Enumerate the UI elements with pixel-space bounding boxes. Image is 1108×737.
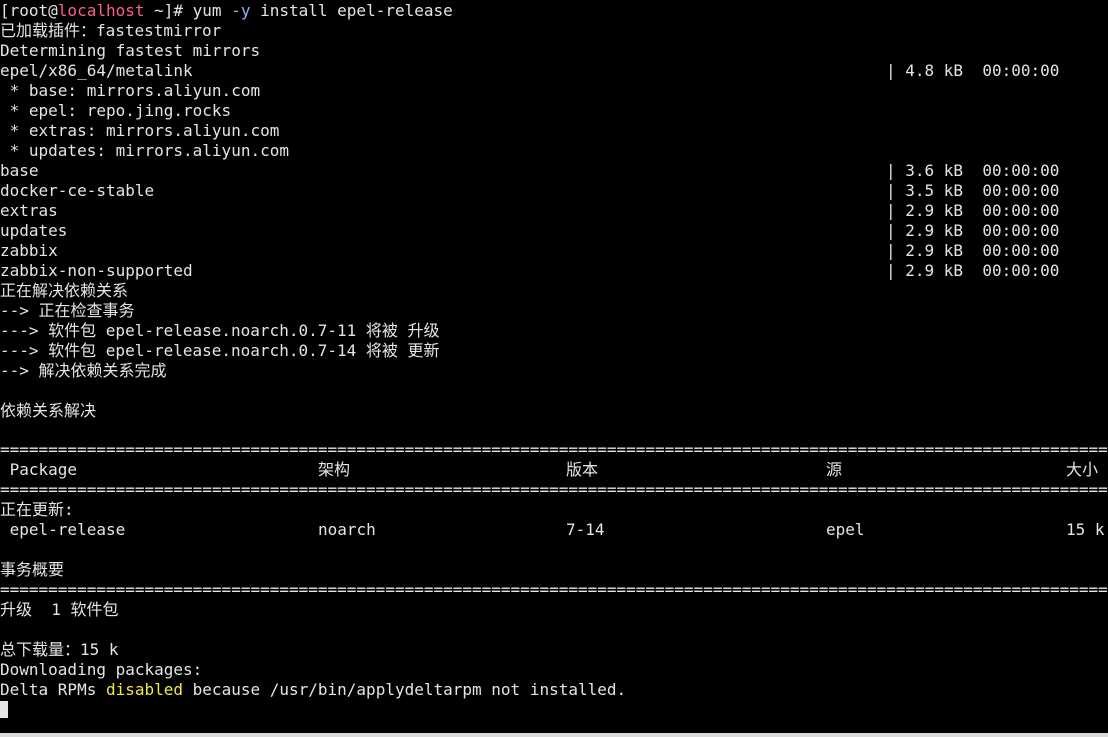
header-package: Package [0,460,78,479]
header-version: 版本 [566,460,599,479]
summary-total: 总下载量：15 k [0,640,119,659]
window-bottom-border [0,733,1108,737]
repo-size: | 3.5 kB 00:00:00 [886,181,1060,200]
output-line: * extras: mirrors.aliyun.com [0,121,280,140]
table-section: 正在更新: [0,500,74,519]
repo-name: zabbix-non-supported [0,261,193,280]
repo-size: | 2.9 kB 00:00:00 [886,261,1060,280]
repo-name: extras [0,201,58,220]
output-line-right: | 4.8 kB 00:00:00 [886,61,1060,80]
text-cursor [0,701,8,718]
summary-upgrade: 升级 1 软件包 [0,600,119,619]
delta-disabled: disabled [105,680,184,699]
table-rule: ========================================… [0,580,1108,599]
output-line: * base: mirrors.aliyun.com [0,81,261,100]
row-package: epel-release [0,520,126,539]
summary-downloading: Downloading packages: [0,660,203,679]
header-arch: 架构 [318,460,351,479]
prompt-flag: -y [231,1,251,20]
row-repo: epel [826,520,865,539]
terminal-window[interactable]: [root@localhost ~]# yum -y install epel-… [0,0,1108,733]
row-arch: noarch [318,520,376,539]
repo-size: | 2.9 kB 00:00:00 [886,221,1060,240]
output-line: --> 正在检查事务 [0,301,135,320]
output-line: --> 解决依赖关系完成 [0,361,167,380]
row-size: 15 k [1066,520,1105,539]
output-line: epel/x86_64/metalink [0,61,193,80]
prompt-line: [root@localhost ~]# yum -y install epel-… [0,1,453,21]
repo-size: | 2.9 kB 00:00:00 [886,241,1060,260]
output-line: ---> 软件包 epel-release.noarch.0.7-14 将被 更… [0,341,440,360]
repo-size: | 3.6 kB 00:00:00 [886,161,1060,180]
row-version: 7-14 [566,520,605,539]
repo-size: | 2.9 kB 00:00:00 [886,201,1060,220]
delta-pre: Delta RPMs [0,680,106,699]
header-repo: 源 [826,460,843,479]
table-rule: ========================================… [0,440,1108,459]
output-line: Determining fastest mirrors [0,41,261,60]
output-line: * epel: repo.jing.rocks [0,101,232,120]
summary-title: 事务概要 [0,560,65,579]
output-line: 已加载插件：fastestmirror [0,21,222,40]
header-size: 大小 [1066,460,1099,479]
output-line: 依赖关系解决 [0,401,97,420]
repo-name: docker-ce-stable [0,181,155,200]
prompt-command: install epel-release [250,1,453,20]
prompt-host: localhost [57,1,145,20]
output-line: ---> 软件包 epel-release.noarch.0.7-11 将被 升… [0,321,440,340]
output-line: * updates: mirrors.aliyun.com [0,141,289,160]
table-rule: ========================================… [0,480,1108,499]
delta-post: because /usr/bin/applydeltarpm not insta… [183,680,627,699]
repo-name: zabbix [0,241,58,260]
repo-name: base [0,161,39,180]
repo-name: updates [0,221,68,240]
output-line: 正在解决依赖关系 [0,281,129,300]
prompt-rest: ~]# yum [144,1,232,20]
delta-rpm-line: Delta RPMs disabled because /usr/bin/app… [0,680,626,700]
prompt-user: [root@ [0,1,58,20]
